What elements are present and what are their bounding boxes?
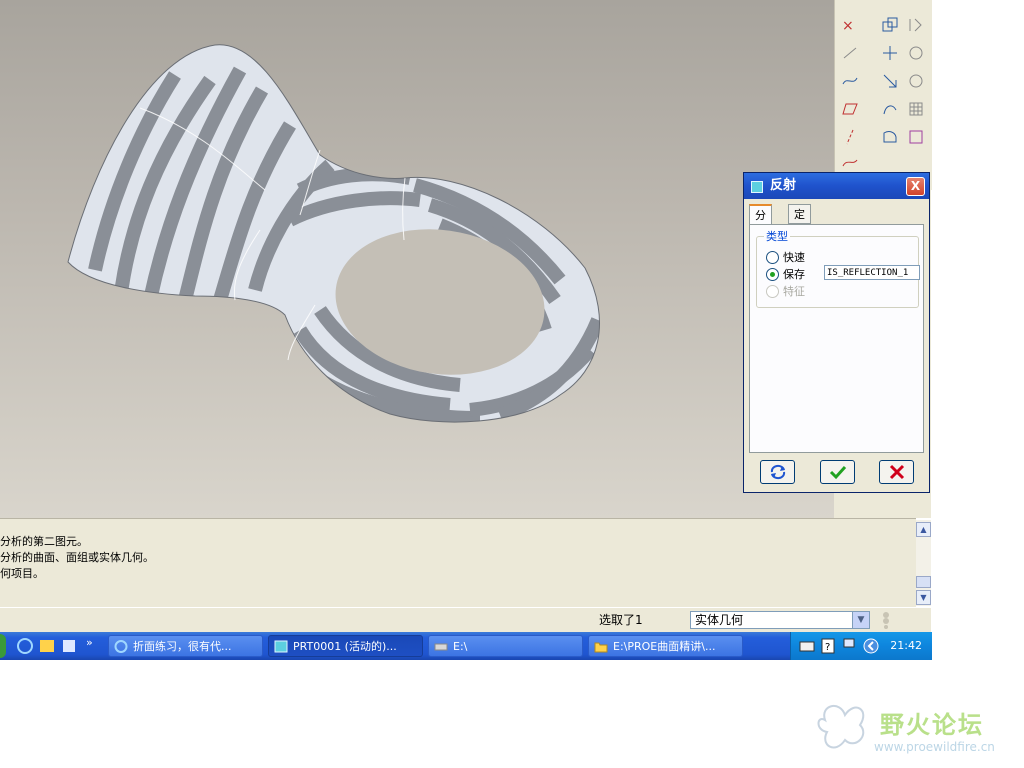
type-group: 快速 保存 IS_REFLECTION_1 特征	[756, 236, 920, 308]
watermark-url: www.proewildfire.cn	[874, 740, 995, 754]
tab-definition[interactable]: 定义	[788, 204, 811, 241]
tab-analysis[interactable]: 分析	[749, 204, 772, 242]
help-icon[interactable]: ?	[821, 638, 835, 654]
watermark-name: 野火论坛	[880, 711, 984, 739]
sketch-curve-icon[interactable]	[839, 152, 861, 174]
taskbar-item-label: 折面练习，很有代...	[133, 640, 232, 653]
network-icon[interactable]	[843, 638, 855, 654]
name-field[interactable]: IS_REFLECTION_1	[824, 265, 920, 280]
chevron-left-icon[interactable]	[863, 638, 879, 654]
taskbar-item-folder[interactable]: E:\PROE曲面精讲\...	[588, 635, 743, 657]
axis-icon[interactable]	[839, 126, 861, 148]
taskbar-item-proe[interactable]: PRT0001 (活动的)...	[268, 635, 423, 657]
system-tray: ? 21:42	[790, 632, 932, 660]
mirror-icon[interactable]	[905, 14, 927, 36]
more-chevron-icon[interactable]: »	[86, 636, 93, 649]
clock: 21:42	[890, 639, 922, 652]
graphics-viewport[interactable]	[0, 0, 834, 518]
option-label: 保存	[783, 268, 805, 281]
reflection-dialog: 反射 X 分析 定义 快速 保存 IS_REFLECTION_1 特征 类型	[743, 172, 930, 493]
svg-text:?: ?	[825, 642, 830, 653]
ie-icon[interactable]	[16, 637, 34, 655]
offset-icon[interactable]	[905, 42, 927, 64]
taskbar-item-label: E:\PROE曲面精讲\...	[613, 640, 716, 653]
analysis-panel: 快速 保存 IS_REFLECTION_1 特征 类型	[749, 224, 924, 453]
scroll-up-icon[interactable]: ▲	[916, 522, 931, 537]
zebra-model[interactable]	[0, 0, 834, 518]
taskbar-item-label: E:\	[453, 640, 468, 653]
option-label: 特征	[783, 285, 805, 298]
check-icon	[829, 465, 846, 480]
selection-count: 选取了1	[599, 613, 643, 627]
filter-value: 实体几何	[695, 613, 744, 627]
window-icon	[751, 181, 763, 193]
option-label: 快速	[783, 251, 805, 264]
taskbar-item-drive[interactable]: E:\	[428, 635, 583, 657]
drive-icon	[434, 643, 448, 651]
feature-toolbar: ×	[834, 0, 932, 190]
message-area: 分析的第二图元。 分析的曲面、面组或实体几何。 何项目。	[0, 518, 916, 607]
repeat-button[interactable]	[760, 460, 795, 484]
radio-feature	[766, 285, 779, 298]
cross-icon	[889, 464, 904, 480]
proe-icon	[274, 640, 288, 653]
message-scrollbar[interactable]: ▲ ▼	[916, 520, 931, 606]
svg-text:×: ×	[842, 18, 854, 34]
trim-icon[interactable]	[905, 70, 927, 92]
fill-icon[interactable]	[905, 126, 927, 148]
close-button[interactable]: X	[906, 177, 925, 196]
scroll-down-icon[interactable]: ▼	[916, 590, 931, 605]
outlook-icon[interactable]	[38, 637, 56, 655]
folder-icon	[594, 642, 608, 653]
media-icon[interactable]	[60, 637, 78, 655]
curve-icon[interactable]	[839, 70, 861, 92]
plane-icon[interactable]	[839, 98, 861, 120]
message-line: 分析的第二图元。	[0, 535, 88, 548]
traffic-light-icon	[883, 612, 889, 629]
surface-icon[interactable]	[879, 98, 901, 120]
scroll-thumb[interactable]	[916, 576, 931, 588]
datum-point-icon[interactable]: ×	[839, 14, 861, 36]
dialog-titlebar[interactable]: 反射 X	[744, 173, 929, 199]
extend-icon[interactable]	[879, 70, 901, 92]
move-icon[interactable]	[879, 42, 901, 64]
boundary-icon[interactable]	[879, 126, 901, 148]
taskbar-item-browser[interactable]: 折面练习，很有代...	[108, 635, 263, 657]
radio-quick[interactable]	[766, 251, 779, 264]
cancel-button[interactable]	[879, 460, 914, 484]
start-button[interactable]	[0, 634, 6, 658]
chain-icon[interactable]	[839, 42, 861, 64]
message-line: 分析的曲面、面组或实体几何。	[0, 551, 154, 564]
taskbar-item-label: PRT0001 (活动的)...	[293, 640, 397, 653]
type-group-label: 类型	[764, 228, 790, 244]
chevron-down-icon[interactable]: ▼	[852, 612, 869, 628]
selection-filter[interactable]: 实体几何 ▼	[690, 611, 870, 629]
ie-icon	[114, 640, 128, 653]
repeat-icon	[770, 464, 785, 480]
radio-save[interactable]	[766, 268, 779, 281]
ok-button[interactable]	[820, 460, 855, 484]
message-line: 何项目。	[0, 567, 44, 580]
status-bar: 选取了1 实体几何 ▼	[0, 607, 931, 632]
taskbar: » 折面练习，很有代... PRT0001 (活动的)... E:\ E:\PR…	[0, 632, 932, 660]
grid-icon[interactable]	[905, 98, 927, 120]
copy-icon[interactable]	[879, 14, 901, 36]
dialog-title: 反射	[770, 178, 797, 193]
keyboard-icon[interactable]	[799, 640, 815, 652]
